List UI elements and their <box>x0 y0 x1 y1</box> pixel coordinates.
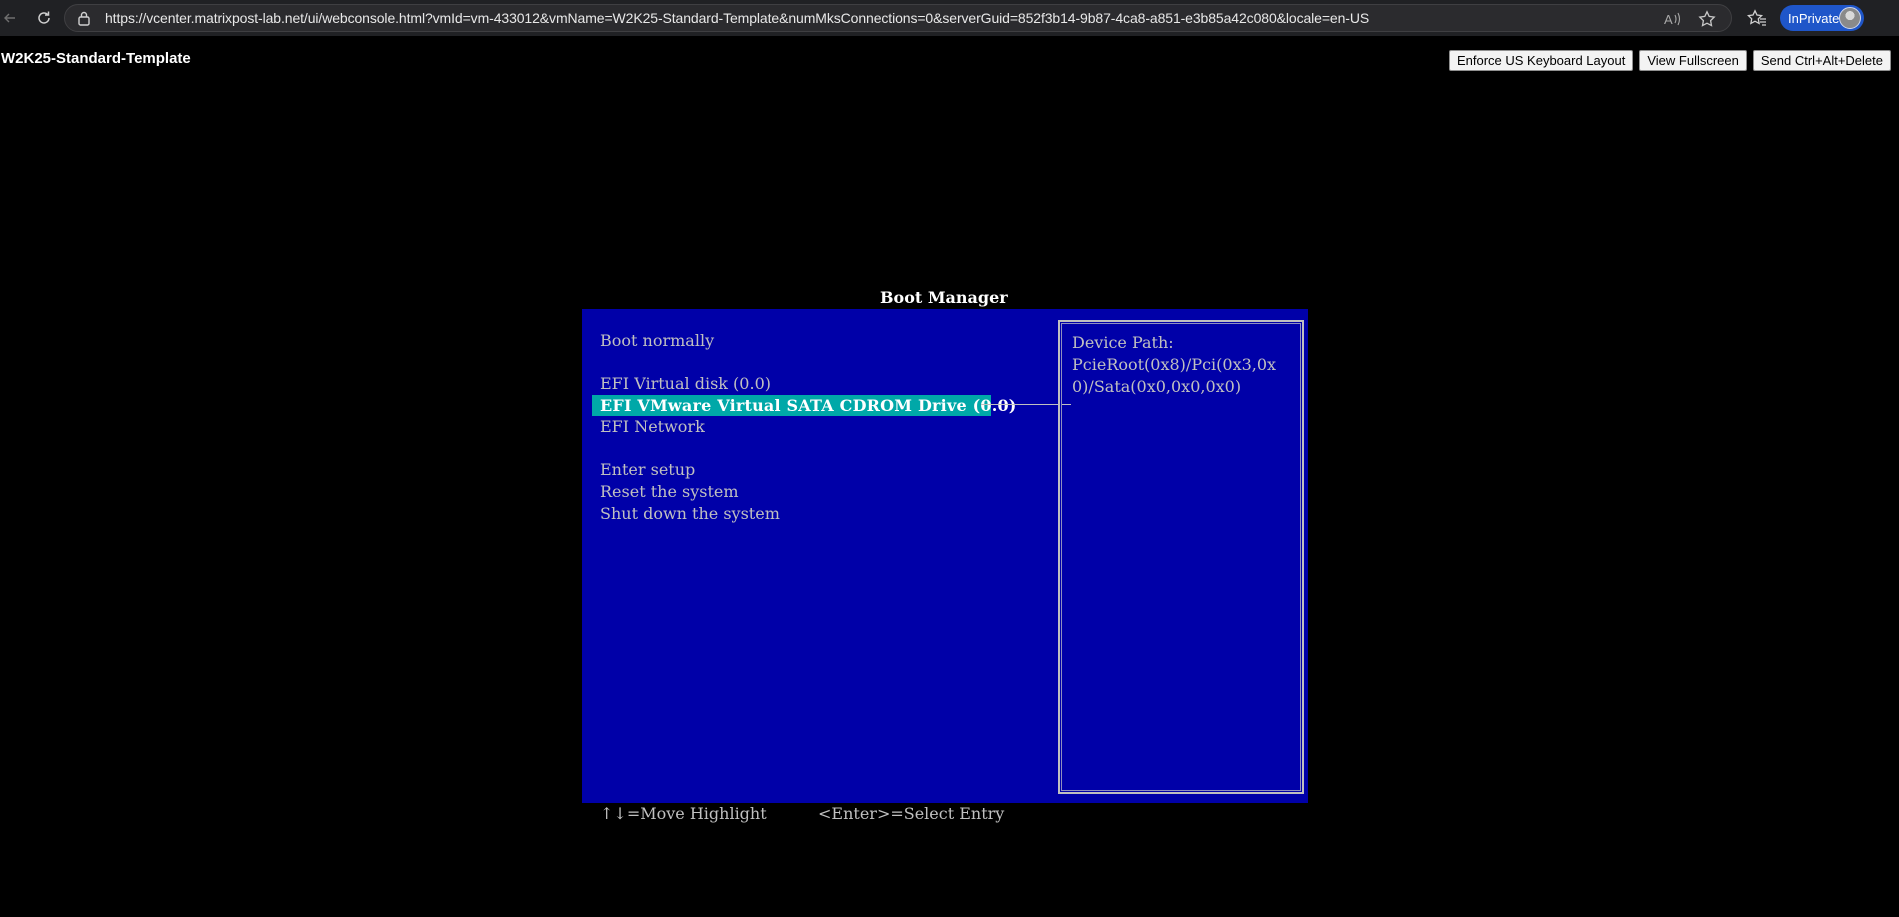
boot-item-shut-down[interactable]: Shut down the system <box>600 503 780 524</box>
device-path-box: Device Path: PcieRoot(0x8)/Pci(0x3,0x 0)… <box>1058 320 1304 794</box>
device-path-text: Device Path: PcieRoot(0x8)/Pci(0x3,0x 0)… <box>1072 332 1298 398</box>
inprivate-badge[interactable]: InPrivate <box>1780 5 1864 31</box>
back-icon[interactable] <box>0 2 20 34</box>
view-fullscreen-button[interactable]: View Fullscreen <box>1639 50 1747 71</box>
lock-icon[interactable] <box>75 9 93 27</box>
url-text[interactable]: https://vcenter.matrixpost-lab.net/ui/we… <box>105 10 1369 26</box>
read-aloud-icon[interactable]: A <box>1663 9 1683 29</box>
select-entry-hint: <Enter>=Select Entry <box>818 804 1005 823</box>
boot-item-enter-setup[interactable]: Enter setup <box>600 459 695 480</box>
browser-toolbar: https://vcenter.matrixpost-lab.net/ui/we… <box>0 0 1899 36</box>
boot-item-efi-cdrom-selected[interactable]: EFI VMware Virtual SATA CDROM Drive (0.0… <box>592 395 1016 416</box>
device-path-line-1: PcieRoot(0x8)/Pci(0x3,0x <box>1072 355 1277 374</box>
device-path-line-2: 0)/Sata(0x0,0x0,0x0) <box>1072 377 1242 396</box>
boot-item-boot-normally[interactable]: Boot normally <box>600 330 714 351</box>
boot-manager-panel[interactable]: Boot normally EFI Virtual disk (0.0) EFI… <box>582 309 1308 803</box>
address-bar[interactable]: https://vcenter.matrixpost-lab.net/ui/we… <box>64 4 1732 32</box>
boot-item-reset-system[interactable]: Reset the system <box>600 481 739 502</box>
device-path-label: Device Path: <box>1072 333 1174 352</box>
favorite-star-icon[interactable] <box>1697 9 1717 29</box>
svg-text:A: A <box>1664 12 1673 27</box>
move-highlight-hint: ↑↓=Move Highlight <box>600 804 767 823</box>
inprivate-label: InPrivate <box>1788 10 1840 26</box>
boot-manager-footer: ↑↓=Move Highlight <Enter>=Select Entry <box>582 803 1308 825</box>
boot-manager-title: Boot Manager <box>880 288 1008 307</box>
console-action-bar: Enforce US Keyboard Layout View Fullscre… <box>1448 50 1891 71</box>
enforce-us-keyboard-button[interactable]: Enforce US Keyboard Layout <box>1448 50 1634 71</box>
boot-item-efi-virtual-disk[interactable]: EFI Virtual disk (0.0) <box>600 373 771 394</box>
profile-avatar[interactable] <box>1839 7 1861 29</box>
send-ctrl-alt-delete-button[interactable]: Send Ctrl+Alt+Delete <box>1752 50 1891 71</box>
reload-icon[interactable] <box>28 2 60 34</box>
favorites-icon[interactable] <box>1745 6 1769 30</box>
vm-name-title: W2K25-Standard-Template <box>1 50 191 67</box>
boot-item-efi-network[interactable]: EFI Network <box>600 416 705 437</box>
